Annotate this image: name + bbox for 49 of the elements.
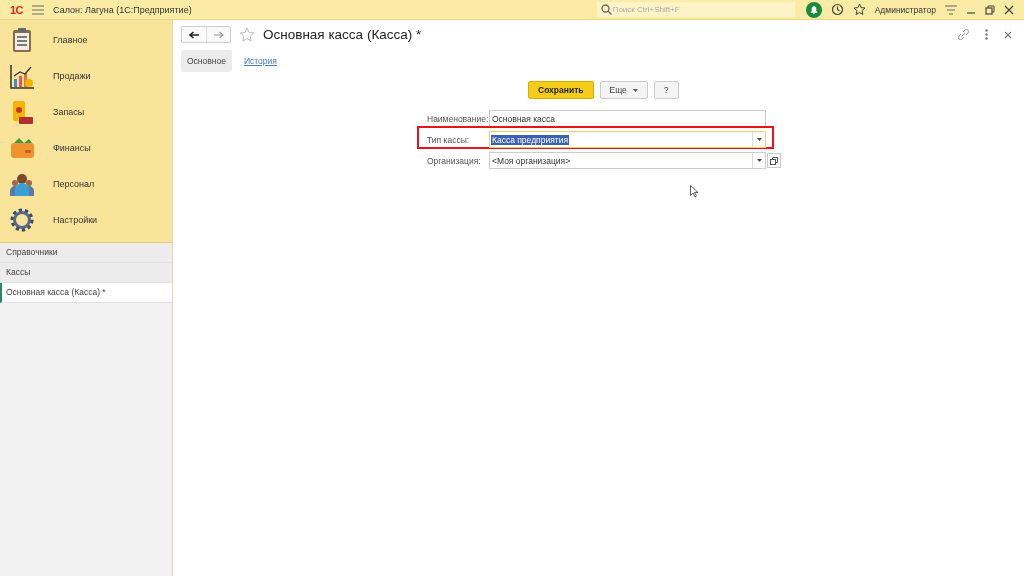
save-button[interactable]: Сохранить — [528, 81, 594, 99]
bar-chart-icon[interactable] — [9, 63, 35, 89]
form-title: Основная касса (Касса) * — [263, 27, 422, 42]
search-icon — [600, 4, 612, 15]
help-button[interactable]: ? — [653, 81, 679, 99]
app-logo[interactable]: 1С — [10, 3, 24, 16]
link-icon[interactable] — [958, 29, 969, 40]
history-icon[interactable] — [830, 3, 844, 16]
field-label: Тип кассы: — [427, 134, 471, 145]
open-window-item[interactable]: Основная касса (Касса) * — [0, 283, 172, 303]
open-window-item[interactable]: Справочники — [0, 243, 172, 263]
field-label: Организация: — [427, 155, 482, 166]
open-window-item[interactable]: Кассы — [0, 263, 172, 283]
open-button[interactable] — [767, 153, 781, 168]
field-label: Наименование: — [427, 113, 489, 124]
gear-icon[interactable] — [9, 207, 35, 233]
left-arrow-icon — [189, 30, 199, 39]
wallet-icon[interactable] — [9, 135, 35, 161]
tab[interactable]: Основное — [181, 50, 232, 72]
section-link[interactable]: Продажи — [53, 71, 91, 81]
restore-icon[interactable] — [985, 4, 995, 15]
star-icon[interactable] — [852, 3, 866, 16]
open-window-icon — [770, 156, 778, 165]
back-button[interactable] — [182, 27, 206, 42]
people-icon[interactable] — [9, 171, 35, 197]
section-link[interactable]: Финансы — [53, 143, 91, 153]
caret-icon — [756, 159, 762, 162]
tab[interactable]: История — [237, 50, 283, 72]
bell-icon[interactable] — [805, 1, 822, 18]
app-title: Салон: Лагуна (1С:Предприятие) — [53, 4, 192, 15]
caret-icon — [632, 88, 638, 92]
section-link[interactable]: Запасы — [53, 107, 85, 117]
dropdown-button[interactable] — [752, 132, 765, 147]
dropdown-button[interactable] — [752, 153, 765, 168]
more-icon[interactable] — [985, 29, 988, 40]
close-icon[interactable] — [1004, 30, 1012, 39]
user-name[interactable]: Администратор — [874, 4, 936, 15]
input-field[interactable]: Касса предприятия — [489, 131, 766, 148]
right-arrow-icon — [213, 30, 224, 39]
close-icon[interactable] — [1004, 4, 1014, 15]
search-field[interactable]: Поиск Ctrl+Shift+F — [596, 2, 795, 17]
section-link[interactable]: Персонал — [53, 179, 95, 189]
star-icon[interactable] — [239, 26, 255, 43]
more-button[interactable]: Еще — [599, 81, 648, 99]
caret-icon — [756, 138, 762, 141]
section-link[interactable]: Главное — [53, 35, 88, 45]
section-link[interactable]: Настройки — [53, 215, 98, 225]
mouse-cursor-icon — [690, 185, 699, 198]
input-field[interactable]: <Моя организация> — [489, 152, 766, 169]
